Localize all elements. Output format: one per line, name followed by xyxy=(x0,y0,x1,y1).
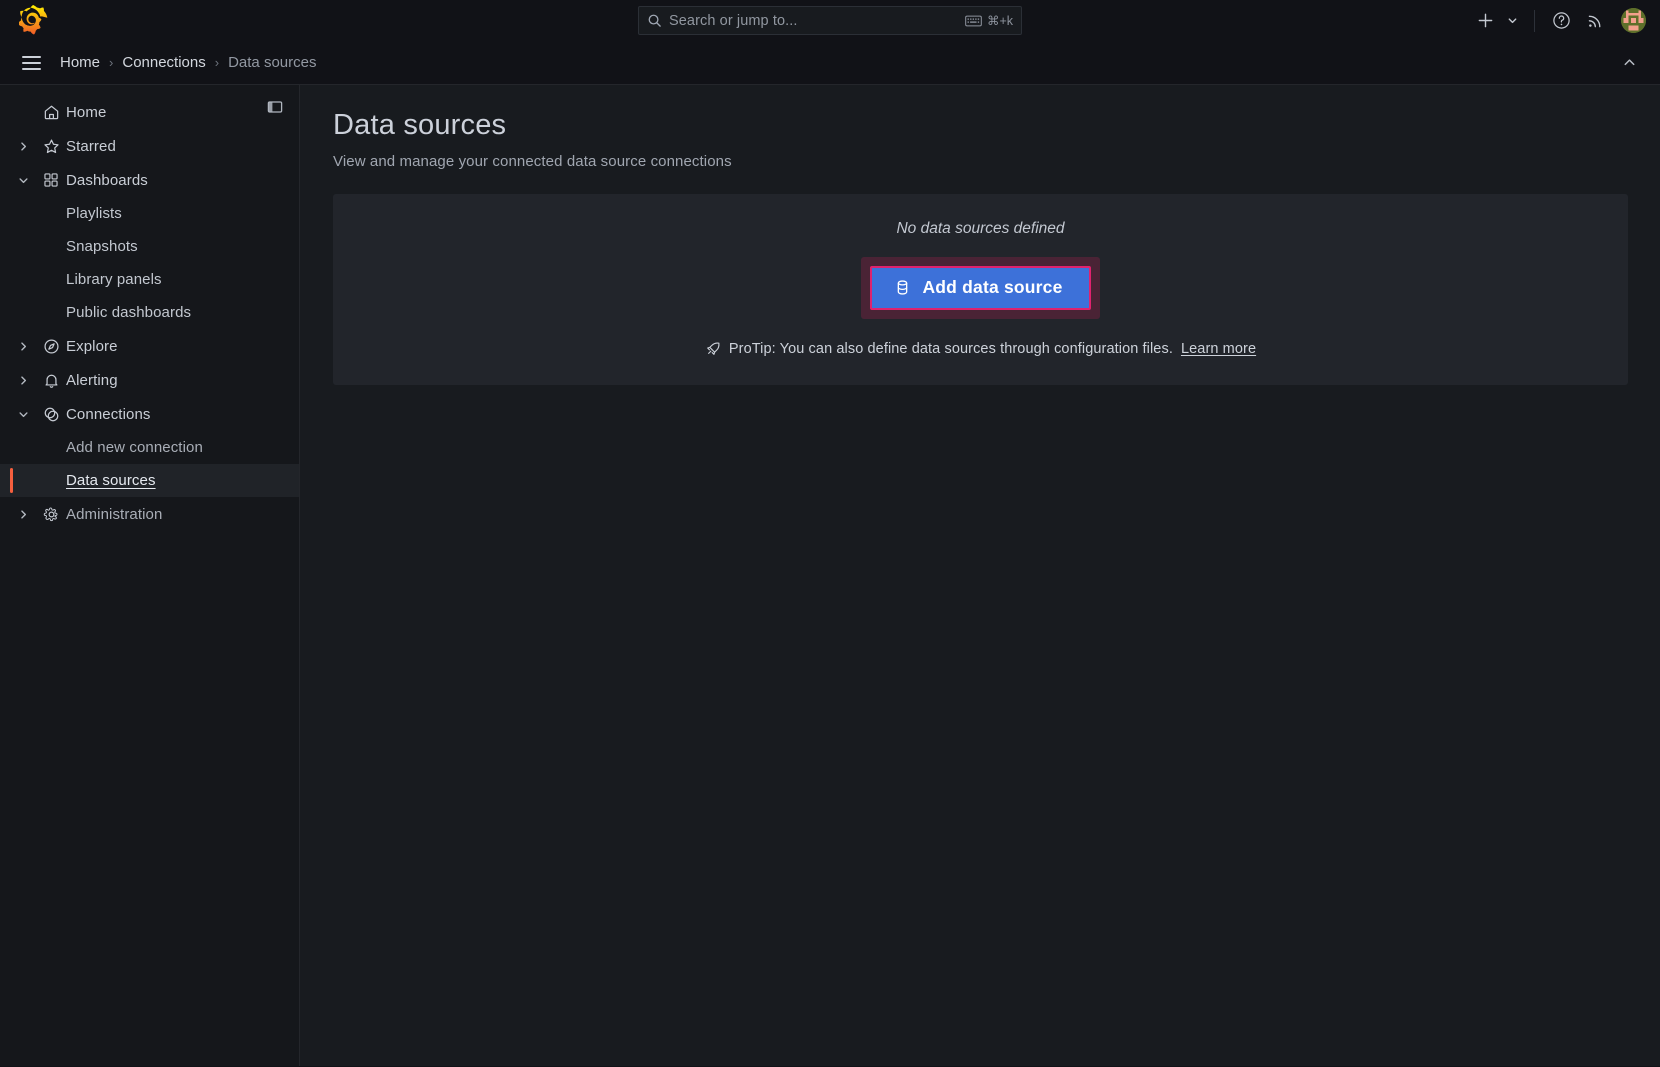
help-circle-icon[interactable] xyxy=(1544,4,1578,38)
rocket-icon xyxy=(705,341,721,357)
add-data-source-highlight: Add data source xyxy=(861,257,1100,319)
hamburger-menu-icon[interactable] xyxy=(16,48,46,78)
empty-state-panel: No data sources defined Add data source xyxy=(333,194,1628,385)
sidebar-item-label: Dashboards xyxy=(66,171,148,189)
sidebar: Home Starred Dashboards Playlists Snapsh… xyxy=(0,85,300,1066)
sidebar-item-data-sources[interactable]: Data sources xyxy=(0,464,299,497)
sidebar-item-label: Data sources xyxy=(66,472,156,489)
breadcrumb-bar: Home › Connections › Data sources xyxy=(0,41,1660,85)
breadcrumb: Home › Connections › Data sources xyxy=(60,54,316,71)
shortcut-label: ⌘+k xyxy=(986,14,1013,28)
sidebar-item-public-dashboards[interactable]: Public dashboards xyxy=(0,296,299,329)
divider xyxy=(1534,9,1535,32)
chevron-up-icon[interactable] xyxy=(1616,50,1642,76)
sidebar-item-label: Public dashboards xyxy=(66,304,192,321)
grafana-logo-icon[interactable] xyxy=(18,4,50,36)
database-icon xyxy=(894,279,911,296)
chevron-down-icon[interactable] xyxy=(10,401,36,427)
breadcrumb-separator: › xyxy=(214,55,220,70)
top-bar: Search or jump to... ⌘+k xyxy=(0,0,1660,41)
search-placeholder: Search or jump to... xyxy=(669,12,798,29)
chevron-down-icon[interactable] xyxy=(1503,4,1521,38)
chevron-right-icon[interactable] xyxy=(10,133,36,159)
add-data-source-label: Add data source xyxy=(922,277,1063,297)
sidebar-item-label: Library panels xyxy=(66,271,162,288)
sidebar-item-label: Playlists xyxy=(66,205,122,222)
active-indicator xyxy=(10,468,13,493)
sidebar-item-label: Snapshots xyxy=(66,238,138,255)
chevron-right-icon[interactable] xyxy=(10,501,36,527)
sidebar-item-playlists[interactable]: Playlists xyxy=(0,197,299,230)
dashboards-grid-icon xyxy=(36,172,66,188)
page-subtitle: View and manage your connected data sour… xyxy=(333,153,732,170)
keyboard-icon xyxy=(965,15,982,27)
breadcrumb-separator: › xyxy=(109,55,114,70)
star-icon xyxy=(36,138,66,155)
topbar-actions xyxy=(1468,0,1646,41)
sidebar-item-label: Add new connection xyxy=(66,439,203,456)
rss-icon[interactable] xyxy=(1578,4,1612,38)
search-shortcut: ⌘+k xyxy=(965,13,1013,28)
breadcrumb-item-home[interactable]: Home xyxy=(60,54,100,71)
add-data-source-button[interactable]: Add data source xyxy=(870,266,1091,310)
home-icon xyxy=(36,104,66,121)
sidebar-item-label: Connections xyxy=(66,405,151,423)
sidebar-item-add-new-connection[interactable]: Add new connection xyxy=(0,431,299,464)
page-title: Data sources xyxy=(333,109,507,141)
protip-text: ProTip: You can also define data sources… xyxy=(728,340,1173,357)
sidebar-item-administration[interactable]: Administration xyxy=(0,497,299,531)
chevron-right-icon[interactable] xyxy=(10,367,36,393)
connections-icon xyxy=(36,406,66,423)
breadcrumb-item-data-sources: Data sources xyxy=(228,54,317,71)
search-icon xyxy=(647,13,662,28)
sidebar-item-snapshots[interactable]: Snapshots xyxy=(0,230,299,263)
sidebar-item-explore[interactable]: Explore xyxy=(0,329,299,363)
sidebar-item-home[interactable]: Home xyxy=(0,95,299,129)
search-input[interactable]: Search or jump to... ⌘+k xyxy=(638,6,1022,35)
bell-icon xyxy=(36,372,66,389)
sidebar-item-label: Administration xyxy=(66,505,163,523)
empty-state-message: No data sources defined xyxy=(896,220,1065,237)
sidebar-item-alerting[interactable]: Alerting xyxy=(0,363,299,397)
compass-icon xyxy=(36,338,66,355)
main-content: Data sources View and manage your connec… xyxy=(300,85,1660,1066)
sidebar-item-label: Starred xyxy=(66,137,116,155)
avatar[interactable] xyxy=(1621,8,1646,33)
chevron-right-icon[interactable] xyxy=(10,333,36,359)
gear-icon xyxy=(36,506,66,523)
new-menu-button[interactable] xyxy=(1468,4,1525,38)
sidebar-item-dashboards[interactable]: Dashboards xyxy=(0,163,299,197)
protip-learn-more-link[interactable]: Learn more xyxy=(1181,341,1256,357)
sidebar-item-connections[interactable]: Connections xyxy=(0,397,299,431)
sidebar-item-starred[interactable]: Starred xyxy=(0,129,299,163)
chevron-down-icon[interactable] xyxy=(10,167,36,193)
sidebar-item-label: Alerting xyxy=(66,371,118,389)
page-body: Home Starred Dashboards Playlists Snapsh… xyxy=(0,85,1660,1066)
sidebar-item-library-panels[interactable]: Library panels xyxy=(0,263,299,296)
plus-icon[interactable] xyxy=(1468,4,1502,38)
sidebar-item-label: Explore xyxy=(66,337,118,355)
breadcrumb-item-connections[interactable]: Connections xyxy=(122,54,205,71)
protip: ProTip: You can also define data sources… xyxy=(705,341,1256,357)
sidebar-item-label: Home xyxy=(66,103,107,121)
